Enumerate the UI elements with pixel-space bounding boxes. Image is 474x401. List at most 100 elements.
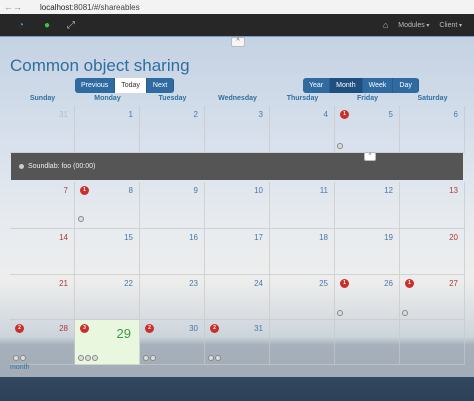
next-button[interactable]: Next [146,78,175,93]
day-number: 11 [319,186,328,195]
date-navigation-group: Previous Today Next [75,78,175,93]
day-cell[interactable]: 24 [205,275,270,320]
weekday-label: Thursday [286,95,319,102]
day-cell[interactable]: 11 [270,182,335,229]
weekday-label: Friday [356,95,378,102]
day-cell[interactable]: 22 [75,275,140,320]
day-cell[interactable]: 16 [140,229,205,275]
event-collapse-button[interactable]: ^ [364,152,376,161]
day-cell[interactable]: 13 [400,182,465,229]
day-number: 31 [254,324,263,333]
day-number: 27 [449,279,458,288]
event-dots[interactable] [78,355,98,361]
week-view-button[interactable]: Week [362,78,394,93]
day-number: 7 [63,186,68,195]
year-view-button[interactable]: Year [303,78,331,93]
app-navbar: ◔ ● ⤢ ⌂ Modules Client [0,14,474,36]
today-button[interactable]: Today [115,78,147,93]
day-cell[interactable]: 15 [75,229,140,275]
day-number: 5 [388,110,393,119]
event-count-badge[interactable]: 2 [210,324,219,333]
event-count-badge[interactable]: 3 [80,324,89,333]
event-count-badge[interactable]: 2 [15,324,24,333]
day-number: 9 [193,186,198,195]
day-cell[interactable]: 20 [400,229,465,275]
modules-menu[interactable]: Modules [398,22,429,29]
day-cell-today[interactable]: 29 3 [75,320,140,365]
month-view-link[interactable]: month [10,364,29,371]
day-number: 25 [319,279,328,288]
day-cell[interactable]: 41 [270,106,349,153]
event-details-bar: Soundlab: foo (00:00) [11,153,463,180]
day-cell[interactable]: 25 [270,275,335,320]
day-cell[interactable]: 30 2 [140,320,205,365]
event-label[interactable]: Soundlab: foo (00:00) [28,163,95,170]
day-cell[interactable] [335,320,400,365]
day-cell[interactable]: 14 [10,229,75,275]
expand-icon[interactable]: ⤢ [56,20,80,31]
event-count-badge[interactable]: 1 [80,186,89,195]
day-cell[interactable]: 5 [335,106,400,153]
day-number: 1 [128,110,133,119]
event-dots[interactable] [208,355,221,361]
day-number: 13 [449,186,458,195]
home-icon[interactable]: ⌂ [383,20,388,30]
weekday-label: Sunday [29,95,56,102]
day-cell[interactable]: 9 [140,182,205,229]
day-cell[interactable]: 19 [335,229,400,275]
day-cell[interactable]: 17 [205,229,270,275]
day-number: 6 [453,110,458,119]
day-cell[interactable]: 31 2 [205,320,270,365]
event-dots[interactable] [13,355,26,361]
url-field[interactable]: localhost:8081/#/shareables [34,3,140,12]
day-number: 29 [116,326,131,341]
weekday-label: Tuesday [158,95,187,102]
user-icon[interactable]: ● [32,20,56,31]
clock-icon[interactable]: ◔ [0,20,32,31]
day-cell[interactable] [400,320,465,365]
day-cell[interactable]: 81 [75,182,140,229]
day-number: 19 [384,233,393,242]
day-cell[interactable]: 7 [10,182,75,229]
day-number: 8 [128,186,133,195]
day-view-button[interactable]: Day [393,78,419,93]
day-number: 31 [59,110,68,119]
day-number: 4 [323,110,328,119]
day-cell[interactable]: 12 [335,182,400,229]
event-count-badge[interactable]: 1 [340,279,349,288]
day-number: 24 [254,279,263,288]
day-cell[interactable]: 3 [205,106,270,153]
day-cell[interactable]: 1 [75,106,140,153]
previous-button[interactable]: Previous [75,78,116,93]
day-cell[interactable]: 6 [400,106,465,153]
day-cell[interactable]: 2 [140,106,205,153]
collapse-panel-button[interactable]: ^ [231,37,245,47]
event-dots[interactable] [143,355,156,361]
day-number: 23 [189,279,198,288]
day-cell[interactable]: 18 [270,229,335,275]
client-menu[interactable]: Client [439,22,462,29]
day-number: 16 [189,233,198,242]
event-count-badge[interactable]: 2 [145,324,154,333]
page-title: Common object sharing [10,56,190,75]
event-dots[interactable] [337,310,343,316]
event-count-badge[interactable]: 1 [405,279,414,288]
day-number: 20 [449,233,458,242]
back-forward-icon[interactable]: ←→ [0,2,34,12]
event-dots[interactable] [78,216,84,222]
day-cell[interactable]: 26 1 [335,275,400,320]
day-number: 17 [254,233,263,242]
day-cell[interactable]: 10 [205,182,270,229]
day-cell[interactable] [270,320,335,365]
day-number: 18 [319,233,328,242]
month-view-button[interactable]: Month [330,78,363,93]
event-dots[interactable] [337,143,343,149]
day-number: 2 [193,110,198,119]
day-cell[interactable]: 31 [10,106,75,153]
day-cell[interactable]: 21 [10,275,75,320]
day-cell[interactable]: 23 [140,275,205,320]
day-cell[interactable]: 27 1 [400,275,465,320]
day-cell[interactable]: 28 2 [10,320,75,365]
event-dots[interactable] [402,310,408,316]
day-number: 14 [59,233,68,242]
